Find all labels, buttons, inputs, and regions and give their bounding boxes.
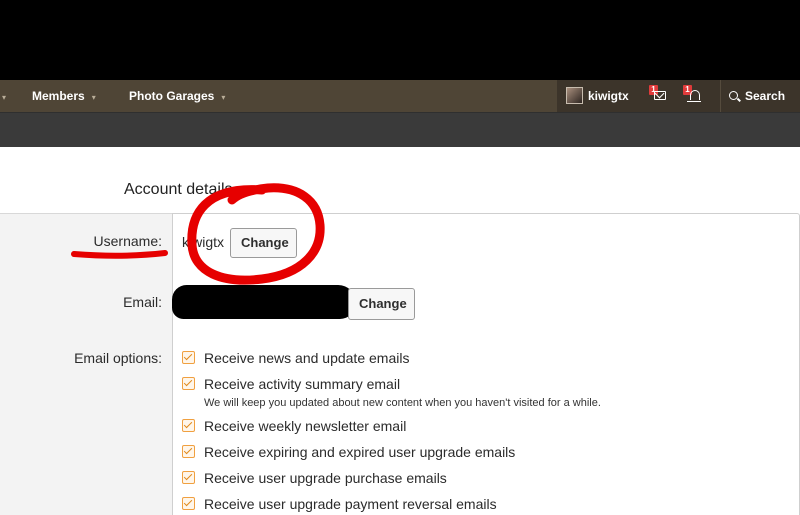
search-label: Search — [745, 89, 786, 103]
option-upgrade-reversal[interactable]: Receive user upgrade payment reversal em… — [182, 496, 497, 512]
email-label: Email: — [123, 294, 162, 310]
envelope-icon — [654, 91, 666, 100]
option-label: Receive news and update emails — [204, 350, 410, 366]
alerts-button[interactable]: 1 — [679, 80, 705, 112]
search-icon — [729, 91, 738, 101]
chevron-down-icon[interactable]: ▾ — [221, 93, 225, 102]
option-expiring-upgrades[interactable]: Receive expiring and expired user upgrad… — [182, 444, 515, 460]
nav-members-label: Members — [32, 89, 85, 103]
checkbox-icon[interactable] — [182, 377, 195, 390]
top-black-band — [0, 0, 800, 80]
email-options-label: Email options: — [74, 350, 162, 366]
option-label: Receive user upgrade payment reversal em… — [204, 496, 497, 512]
search-button[interactable]: Search — [729, 80, 785, 112]
option-upgrade-purchase[interactable]: Receive user upgrade purchase emails — [182, 470, 447, 486]
sub-nav-bar — [0, 112, 800, 148]
inbox-button[interactable]: 1 — [645, 80, 673, 112]
chevron-down-icon: ▾ — [2, 93, 7, 102]
bell-icon — [687, 90, 701, 102]
option-activity-summary[interactable]: Receive activity summary email — [182, 376, 400, 392]
section-title: Account details — [124, 181, 233, 198]
option-weekly-newsletter[interactable]: Receive weekly newsletter email — [182, 418, 406, 434]
checkbox-icon[interactable] — [182, 471, 195, 484]
nav-photo-garages-label: Photo Garages — [129, 89, 215, 103]
username-value: kiwigtx — [182, 234, 225, 250]
redaction-mark — [172, 285, 356, 319]
nav-user-area: kiwigtx 1 1 Search — [557, 80, 800, 112]
option-news-updates[interactable]: Receive news and update emails — [182, 350, 409, 366]
user-name[interactable]: kiwigtx — [588, 80, 629, 113]
option-label: Receive expiring and expired user upgrad… — [204, 444, 516, 460]
checkbox-icon[interactable] — [182, 419, 195, 432]
option-hint: We will keep you updated about new conte… — [204, 397, 601, 409]
nav-members[interactable]: Members ▾ — [32, 80, 96, 112]
nav-photo-garages[interactable]: Photo Garages ▾ — [129, 80, 225, 112]
change-username-button[interactable]: Change — [230, 228, 297, 258]
option-label: Receive weekly newsletter email — [204, 418, 407, 434]
chevron-down-icon[interactable]: ▾ — [92, 93, 96, 102]
option-label: Receive activity summary email — [204, 376, 401, 392]
change-email-button[interactable]: Change — [348, 288, 415, 320]
avatar[interactable] — [566, 87, 583, 104]
checkbox-icon[interactable] — [182, 497, 195, 510]
checkbox-icon[interactable] — [182, 351, 195, 364]
checkbox-icon[interactable] — [182, 445, 195, 458]
username-label: Username: — [93, 233, 162, 249]
main-nav-bar: ▾ Members ▾ Photo Garages ▾ kiwigtx 1 1 Se… — [0, 80, 800, 112]
nav-divider — [720, 80, 721, 112]
nav-caret-partial[interactable]: ▾ — [0, 80, 6, 112]
option-label: Receive user upgrade purchase emails — [204, 470, 447, 486]
